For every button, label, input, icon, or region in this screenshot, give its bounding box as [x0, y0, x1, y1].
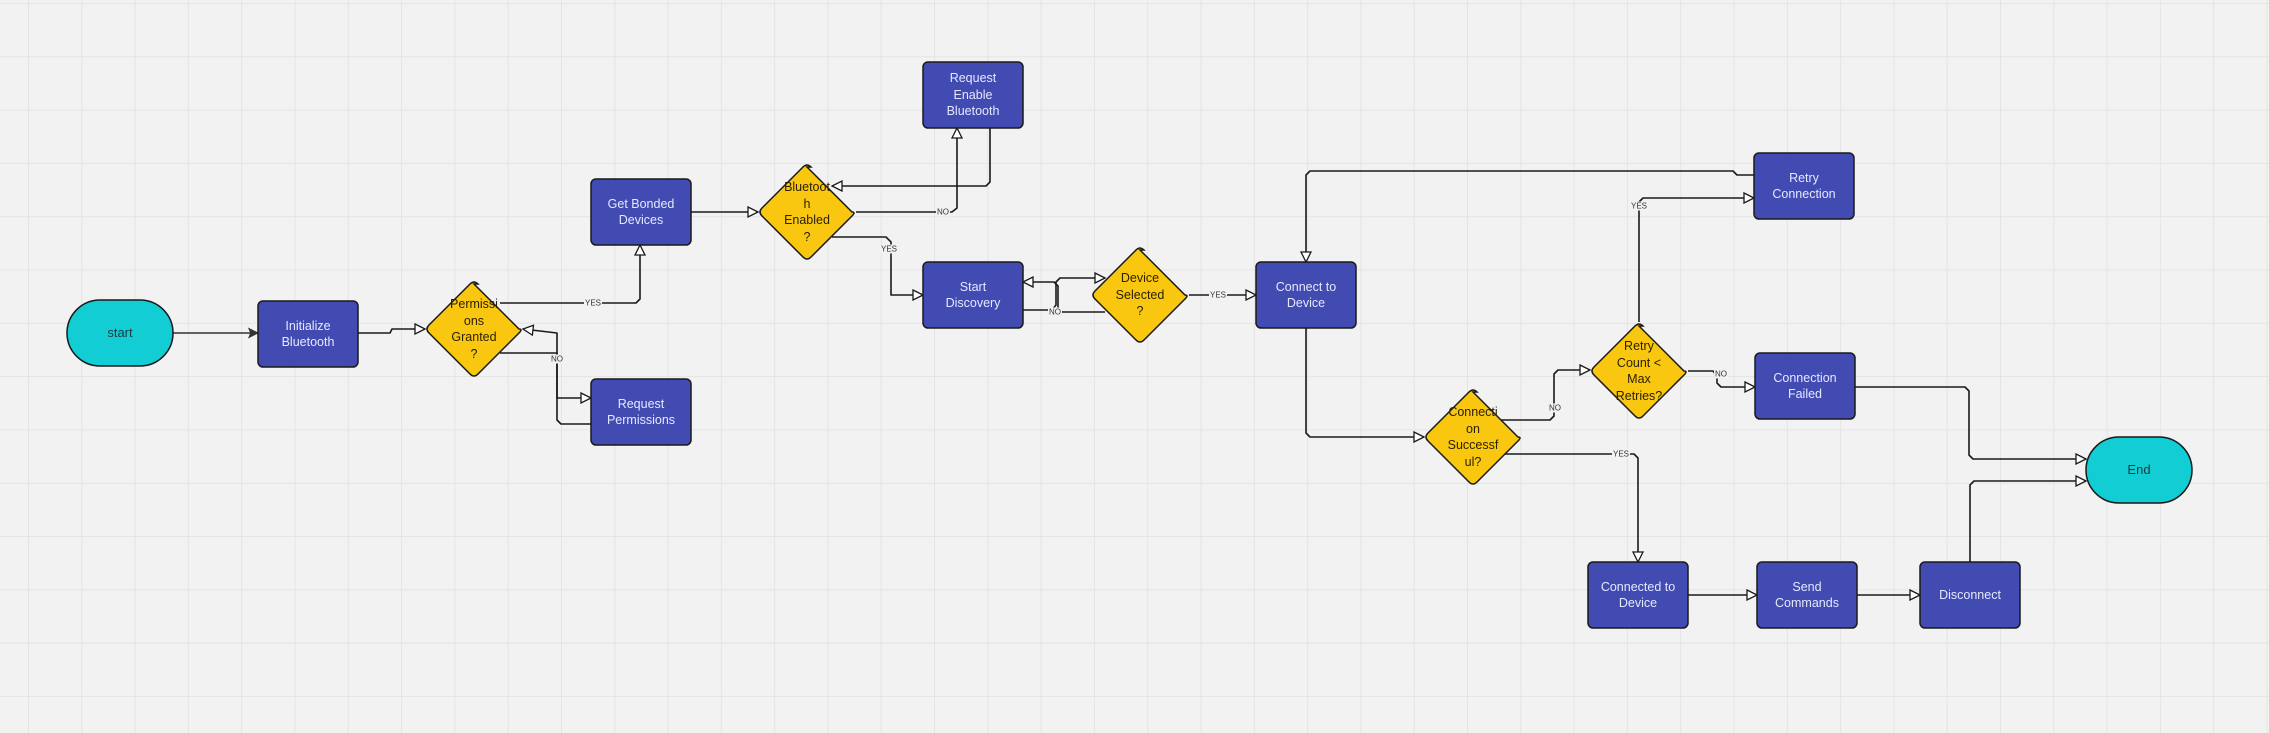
- node-connected-to-device-process[interactable]: [1587, 561, 1689, 629]
- connector-request-enable-bluetooth-to-bluetooth-enabled[interactable]: [832, 128, 991, 186]
- connector-permissions-granted-to-request-permissions[interactable]: [500, 352, 591, 398]
- edge-label-no: NO: [1714, 369, 1728, 379]
- connector-disconnect-to-end[interactable]: [1969, 481, 2086, 562]
- connector-connection-successful-to-connected-to-device[interactable]: [1498, 453, 1638, 562]
- edge-label-no: NO: [550, 354, 564, 364]
- node-connection-failed-process[interactable]: [1754, 352, 1856, 420]
- node-bluetooth-enabled-decision[interactable]: [759, 164, 855, 260]
- node-request-enable-bluetooth-process[interactable]: [922, 61, 1024, 129]
- connector-retry-count-to-retry-connection[interactable]: [1638, 198, 1754, 322]
- node-init-bluetooth-process[interactable]: [257, 300, 359, 368]
- node-retry-connection-process[interactable]: [1753, 152, 1855, 220]
- node-connect-to-device-process[interactable]: [1255, 261, 1357, 329]
- node-device-selected-decision[interactable]: [1092, 247, 1188, 343]
- edge-label-no: NO: [1048, 307, 1062, 317]
- node-retry-count-decision[interactable]: [1591, 323, 1687, 419]
- node-start-discovery-process[interactable]: [922, 261, 1024, 329]
- flowchart-canvas[interactable]: [0, 0, 2269, 733]
- connector-connect-to-device-to-connection-successful[interactable]: [1305, 328, 1424, 437]
- node-connection-successful-decision[interactable]: [1425, 389, 1521, 485]
- node-request-permissions-process[interactable]: [590, 378, 692, 446]
- connector-connection-successful-to-retry-count[interactable]: [1498, 370, 1590, 421]
- node-get-bonded-devices-process[interactable]: [590, 178, 692, 246]
- connector-request-permissions-to-permissions-granted[interactable]: [523, 329, 591, 425]
- node-start-terminal[interactable]: [66, 299, 174, 367]
- connector-bluetooth-enabled-to-start-discovery[interactable]: [832, 236, 923, 295]
- edge-label-yes: YES: [583, 298, 603, 308]
- connector-bluetooth-enabled-to-request-enable-bluetooth[interactable]: [856, 128, 957, 213]
- nodes-layer: [66, 61, 2193, 629]
- edge-label-no: NO: [1548, 403, 1562, 413]
- connector-connection-failed-to-end[interactable]: [1855, 386, 2086, 459]
- connector-retry-connection-to-connect-to-device[interactable]: [1306, 170, 1754, 262]
- connector-permissions-granted-to-get-bonded-devices[interactable]: [500, 245, 640, 304]
- node-permissions-granted-decision[interactable]: [426, 281, 522, 377]
- edge-label-yes: YES: [879, 244, 899, 254]
- node-disconnect-process[interactable]: [1919, 561, 2021, 629]
- edge-label-yes: YES: [1629, 201, 1649, 211]
- node-end-terminal[interactable]: [2085, 436, 2193, 504]
- edge-label-yes: YES: [1208, 290, 1228, 300]
- node-send-commands-process[interactable]: [1756, 561, 1858, 629]
- connector-init-bluetooth-to-permissions-granted[interactable]: [358, 329, 425, 333]
- edge-label-no: NO: [936, 207, 950, 217]
- edge-label-yes: YES: [1611, 449, 1631, 459]
